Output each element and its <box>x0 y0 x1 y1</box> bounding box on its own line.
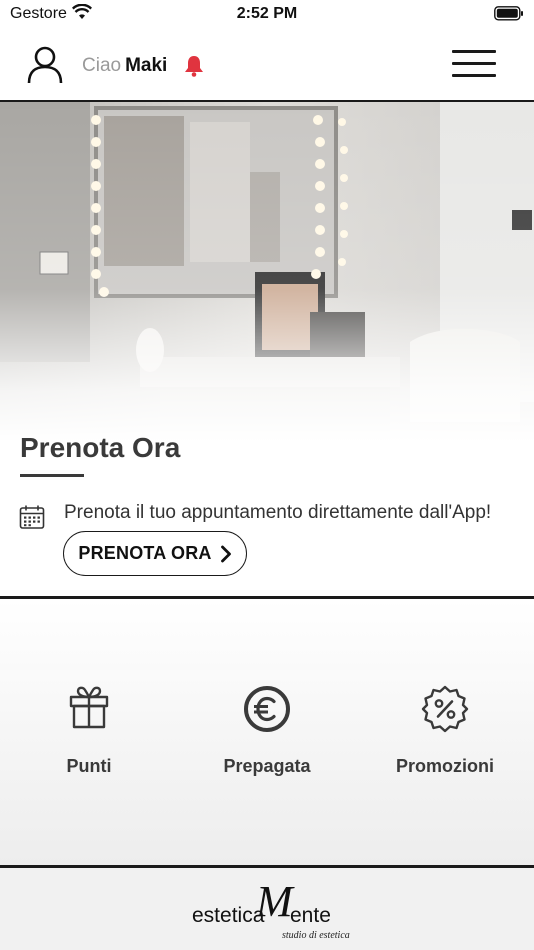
menu-line <box>452 74 496 77</box>
feature-points[interactable]: Punti <box>0 599 178 865</box>
chevron-right-icon <box>220 545 231 562</box>
discount-badge-icon <box>421 685 469 733</box>
hero-description: Prenota il tuo appuntamento direttamente… <box>64 502 492 523</box>
booking-hero: Prenota Ora Prenota il tuo appuntamento … <box>0 102 534 596</box>
app-header: Ciao Maki <box>0 28 534 102</box>
hero-title: Prenota Ora <box>20 432 181 463</box>
feature-label-prepaid: Prepagata <box>223 756 311 776</box>
feature-prepaid[interactable]: Prepagata <box>178 599 356 865</box>
footer: estetica M ente studio di estetica <box>0 868 534 950</box>
feature-promotions[interactable]: Promozioni <box>356 599 534 865</box>
user-icon[interactable] <box>26 46 64 84</box>
gift-icon <box>69 686 109 729</box>
user-name: Maki <box>125 55 168 76</box>
bell-icon[interactable] <box>182 54 206 78</box>
menu-line <box>452 62 496 65</box>
feature-label-points: Punti <box>66 756 112 776</box>
brand-logo: estetica M ente studio di estetica <box>192 877 350 941</box>
calendar-icon <box>19 505 45 529</box>
features-row: Punti Prepagata Promozioni <box>0 599 534 865</box>
euro-icon <box>244 686 290 732</box>
studio-photo <box>0 102 534 442</box>
clock: 2:52 PM <box>236 5 298 22</box>
status-bar: Gestore 2:52 PM <box>0 0 534 28</box>
battery-icon <box>494 6 523 21</box>
menu-line <box>452 50 496 53</box>
greeting: Ciao Maki <box>82 55 167 77</box>
title-underline <box>20 474 84 477</box>
feature-label-promotions: Promozioni <box>396 756 494 776</box>
greeting-hello: Ciao <box>82 55 122 76</box>
book-now-button[interactable]: PRENOTA ORA <box>63 531 247 576</box>
book-now-label: PRENOTA ORA <box>78 543 212 563</box>
hamburger-menu-icon[interactable] <box>452 50 496 80</box>
